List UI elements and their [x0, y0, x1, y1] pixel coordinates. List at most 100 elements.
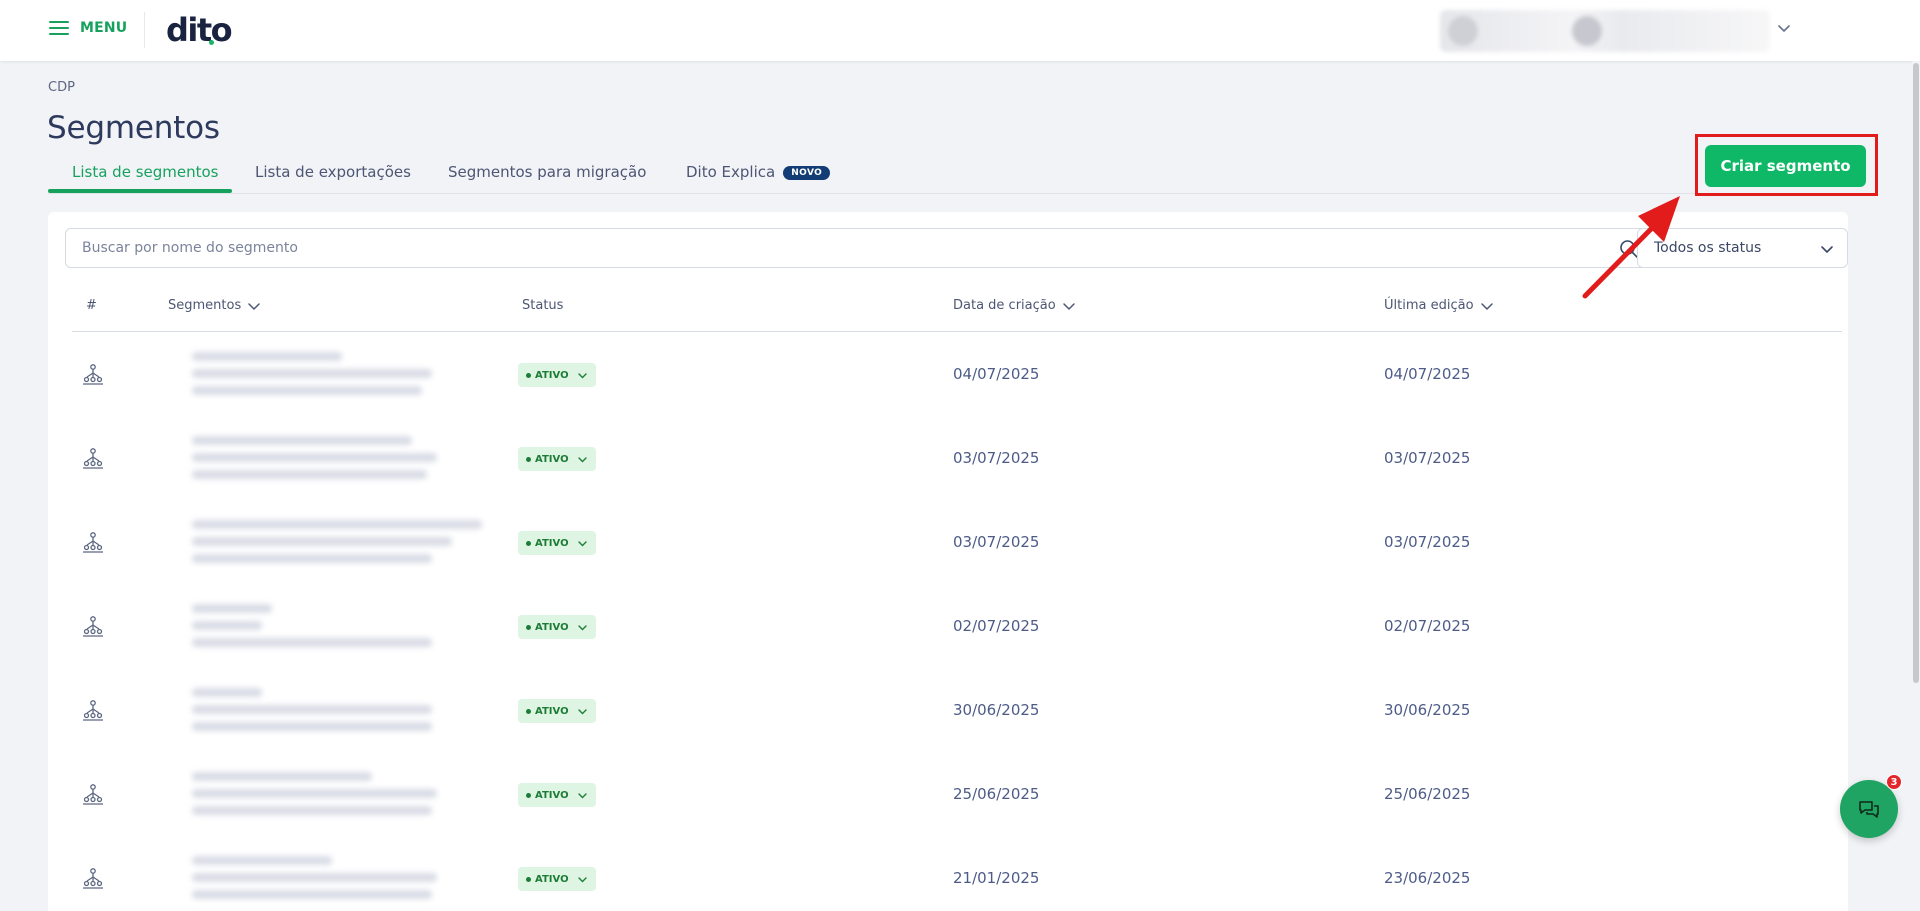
status-label: ATIVO	[535, 369, 569, 381]
segment-network-icon	[83, 532, 103, 553]
status-badge[interactable]: ATIVO	[518, 699, 596, 723]
col-ultima-edicao-header[interactable]: Última edição	[1384, 298, 1494, 313]
logo-text: dito	[166, 11, 233, 49]
hamburger-icon	[49, 21, 69, 35]
top-bar: MENU dito	[0, 0, 1920, 61]
chevron-down-icon	[577, 456, 587, 462]
status-label: ATIVO	[535, 453, 569, 465]
chevron-down-icon	[577, 540, 587, 546]
account-switcher-redacted[interactable]	[1440, 10, 1770, 52]
status-badge[interactable]: ATIVO	[518, 783, 596, 807]
col-data-criacao-label: Data de criação	[953, 298, 1056, 313]
search-input[interactable]	[66, 229, 1671, 267]
status-badge[interactable]: ATIVO	[518, 447, 596, 471]
segments-card: Todos os status # Segmentos Status Data …	[48, 212, 1848, 911]
segment-name-redacted	[192, 352, 492, 398]
status-dot	[526, 456, 531, 462]
chevron-down-icon	[577, 708, 587, 714]
novo-badge: NOVO	[783, 166, 831, 180]
table-row[interactable]: ATIVO 04/07/2025 04/07/2025	[72, 336, 1842, 420]
tab-lista-de-segmentos[interactable]: Lista de segmentos	[72, 163, 218, 181]
logo-dot	[209, 40, 214, 45]
status-dot	[526, 792, 531, 798]
chevron-down-icon	[577, 876, 587, 882]
status-badge[interactable]: ATIVO	[518, 363, 596, 387]
table-row[interactable]: ATIVO 02/07/2025 02/07/2025	[72, 588, 1842, 672]
breadcrumb[interactable]: CDP	[48, 80, 75, 95]
dito-logo[interactable]: dito	[166, 11, 233, 49]
segment-network-icon	[83, 448, 103, 469]
created-date: 02/07/2025	[953, 617, 1040, 635]
active-tab-indicator	[48, 189, 232, 193]
col-data-criacao-header[interactable]: Data de criação	[953, 298, 1076, 313]
segment-name-redacted	[192, 604, 492, 650]
menu-label: MENU	[80, 20, 128, 36]
chevron-down-icon	[577, 372, 587, 378]
segment-name-redacted	[192, 856, 492, 902]
created-date: 30/06/2025	[953, 701, 1040, 719]
tab-dito-explica[interactable]: Dito Explica NOVO	[686, 163, 831, 181]
status-dot	[526, 372, 531, 378]
sort-chevron-icon	[1062, 302, 1075, 310]
created-date: 25/06/2025	[953, 785, 1040, 803]
edited-date: 02/07/2025	[1384, 617, 1471, 635]
col-ultima-edicao-label: Última edição	[1384, 298, 1474, 313]
segment-name-redacted	[192, 772, 492, 818]
chevron-down-icon	[577, 624, 587, 630]
edited-date: 30/06/2025	[1384, 701, 1471, 719]
created-date: 03/07/2025	[953, 533, 1040, 551]
status-dot	[526, 540, 531, 546]
status-label: ATIVO	[535, 705, 569, 717]
table-row[interactable]: ATIVO 30/06/2025 30/06/2025	[72, 672, 1842, 756]
table-row[interactable]: ATIVO 25/06/2025 25/06/2025	[72, 756, 1842, 840]
table-row[interactable]: ATIVO 21/01/2025 23/06/2025	[72, 840, 1842, 911]
table-row[interactable]: ATIVO 03/07/2025 03/07/2025	[72, 504, 1842, 588]
red-arrow-annotation	[1582, 196, 1680, 299]
segment-network-icon	[83, 784, 103, 805]
created-date: 04/07/2025	[953, 365, 1040, 383]
status-label: ATIVO	[535, 789, 569, 801]
table-row[interactable]: ATIVO 03/07/2025 03/07/2025	[72, 420, 1842, 504]
status-label: ATIVO	[535, 621, 569, 633]
edited-date: 23/06/2025	[1384, 869, 1471, 887]
col-status-header: Status	[522, 298, 564, 313]
created-date: 03/07/2025	[953, 449, 1040, 467]
page-scrollbar[interactable]	[1912, 61, 1920, 911]
table-header: # Segmentos Status Data de criação Últim…	[72, 284, 1842, 332]
tab-lista-de-exportacoes[interactable]: Lista de exportações	[255, 163, 411, 181]
segment-name-redacted	[192, 436, 492, 482]
sort-chevron-icon	[1480, 302, 1493, 310]
header-divider	[144, 12, 145, 48]
status-dot	[526, 624, 531, 630]
menu-button[interactable]: MENU	[49, 20, 127, 36]
status-badge[interactable]: ATIVO	[518, 867, 596, 891]
chat-unread-badge: 3	[1886, 774, 1902, 790]
criar-segmento-button[interactable]: Criar segmento	[1705, 145, 1866, 187]
status-dot	[526, 876, 531, 882]
status-label: ATIVO	[535, 873, 569, 885]
chevron-down-icon	[1821, 246, 1833, 253]
segment-network-icon	[83, 868, 103, 889]
segment-network-icon	[83, 700, 103, 721]
chat-bubbles-icon	[1859, 801, 1879, 818]
chevron-down-icon[interactable]	[1776, 20, 1792, 36]
tab-segmentos-para-migracao[interactable]: Segmentos para migração	[448, 163, 646, 181]
status-badge[interactable]: ATIVO	[518, 531, 596, 555]
edited-date: 03/07/2025	[1384, 449, 1471, 467]
segment-name-redacted	[192, 520, 492, 566]
col-segmentos-label: Segmentos	[168, 298, 242, 313]
segment-name-redacted	[192, 688, 492, 734]
col-index-header: #	[86, 298, 97, 313]
status-dot	[526, 708, 531, 714]
segment-network-icon	[83, 616, 103, 637]
edited-date: 25/06/2025	[1384, 785, 1471, 803]
status-label: ATIVO	[535, 537, 569, 549]
scrollbar-thumb[interactable]	[1913, 63, 1919, 683]
page-title: Segmentos	[47, 110, 220, 146]
status-badge[interactable]: ATIVO	[518, 615, 596, 639]
chevron-down-icon	[577, 792, 587, 798]
sort-chevron-icon	[248, 302, 260, 310]
segment-network-icon	[83, 364, 103, 385]
tab-dito-explica-label: Dito Explica	[686, 163, 776, 181]
col-segmentos-header[interactable]: Segmentos	[168, 298, 261, 313]
